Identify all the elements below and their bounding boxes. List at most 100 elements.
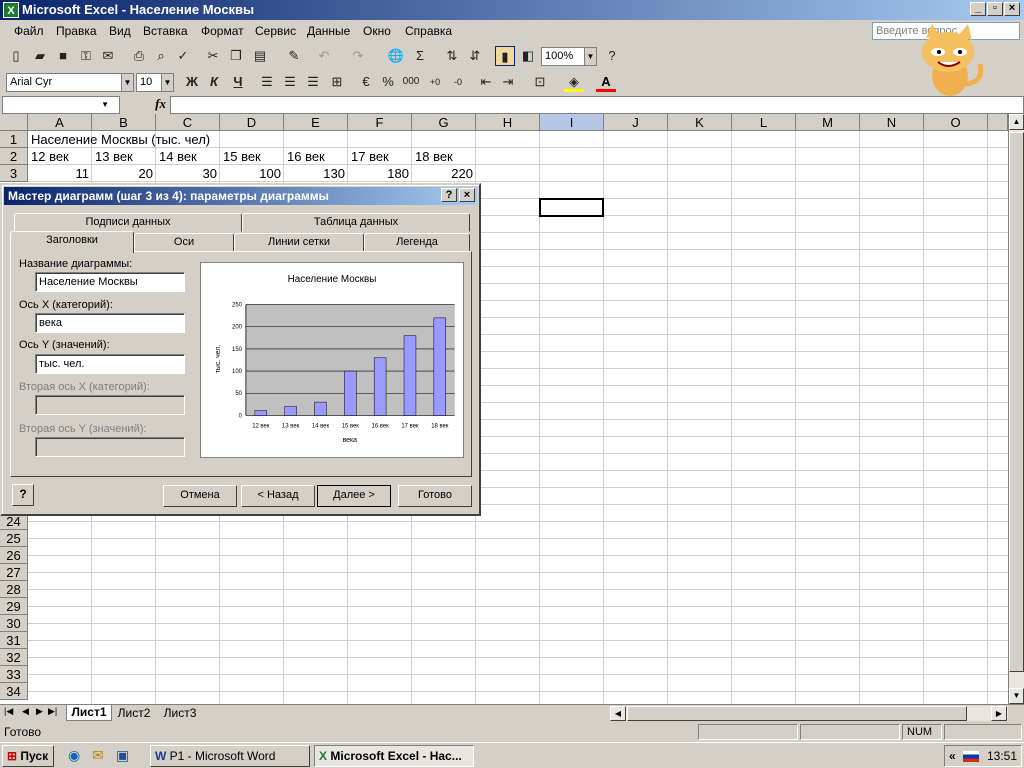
zoom-select[interactable]: 100% ▼: [541, 47, 597, 66]
chart-title-input[interactable]: Население Москвы: [35, 272, 185, 292]
font-size-select[interactable]: 10 ▼: [136, 73, 174, 92]
row-header[interactable]: 28: [0, 581, 28, 598]
permission-icon[interactable]: ⚿: [76, 46, 96, 66]
last-sheet-icon[interactable]: ▶|: [48, 706, 57, 717]
scroll-left-icon[interactable]: ◀: [610, 706, 626, 721]
sort-asc-icon[interactable]: ⇅: [442, 46, 462, 66]
scroll-right-icon[interactable]: ▶: [991, 706, 1007, 721]
sheet-tab-2[interactable]: Лист2: [114, 706, 154, 720]
tray-expand-icon[interactable]: «: [949, 749, 956, 763]
scroll-thumb-horizontal[interactable]: [627, 706, 967, 721]
column-header[interactable]: G: [412, 114, 476, 131]
cell-b2[interactable]: 13 век: [93, 148, 135, 165]
copy-icon[interactable]: ❐: [226, 46, 246, 66]
open-icon[interactable]: ▰: [30, 46, 50, 66]
tab-data-table[interactable]: Таблица данных: [242, 213, 470, 232]
align-right-icon[interactable]: ☰: [303, 72, 323, 92]
underline-button[interactable]: Ч: [228, 72, 248, 92]
vertical-scrollbar[interactable]: ▲ ▼: [1008, 114, 1024, 704]
sort-desc-icon[interactable]: ⇵: [465, 46, 485, 66]
align-center-icon[interactable]: ☰: [280, 72, 300, 92]
cell-d3[interactable]: 100: [221, 165, 283, 182]
cell-a3[interactable]: 11: [29, 165, 91, 182]
thousands-button[interactable]: 000: [401, 72, 421, 92]
column-header[interactable]: D: [220, 114, 284, 131]
scroll-up-icon[interactable]: ▲: [1009, 114, 1024, 130]
tab-gridlines[interactable]: Линии сетки: [234, 233, 364, 252]
cell-c2[interactable]: 14 век: [157, 148, 199, 165]
decrease-decimal-icon[interactable]: -0: [448, 72, 468, 92]
row-header[interactable]: 32: [0, 649, 28, 666]
column-header[interactable]: F: [348, 114, 412, 131]
next-sheet-icon[interactable]: ▶: [36, 706, 43, 717]
menu-insert[interactable]: Вставка: [143, 24, 188, 38]
font-color-icon[interactable]: A: [596, 72, 616, 92]
column-header[interactable]: K: [668, 114, 732, 131]
cell-d2[interactable]: 15 век: [221, 148, 263, 165]
help-button[interactable]: ?: [441, 188, 457, 202]
cell-f3[interactable]: 180: [349, 165, 411, 182]
tab-axes[interactable]: Оси: [134, 233, 234, 252]
column-header[interactable]: A: [28, 114, 92, 131]
prev-sheet-icon[interactable]: ◀: [22, 706, 29, 717]
column-header[interactable]: L: [732, 114, 796, 131]
fx-icon[interactable]: fx: [124, 96, 170, 114]
row-header[interactable]: 3: [0, 165, 28, 182]
chart-wizard-icon[interactable]: ▮: [495, 46, 515, 66]
italic-button[interactable]: К: [204, 72, 224, 92]
row-header[interactable]: 25: [0, 530, 28, 547]
cell-a1[interactable]: Население Москвы (тыс. чел): [29, 131, 212, 148]
decrease-indent-icon[interactable]: ⇤: [476, 72, 496, 92]
chevron-down-icon[interactable]: ▼: [161, 74, 173, 91]
tab-titles[interactable]: Заголовки: [10, 231, 134, 253]
format-painter-icon[interactable]: ✎: [284, 46, 304, 66]
chevron-down-icon[interactable]: ▼: [121, 74, 133, 91]
browser-icon[interactable]: ◉: [68, 747, 80, 764]
start-button[interactable]: ⊞ Пуск: [2, 745, 54, 767]
horizontal-scrollbar[interactable]: ◀ ▶: [610, 706, 1008, 721]
cell-g3[interactable]: 220: [413, 165, 475, 182]
menu-format[interactable]: Формат: [201, 24, 244, 38]
preview-icon[interactable]: ⌕: [151, 46, 171, 66]
font-select[interactable]: Arial Cyr ▼: [6, 73, 134, 92]
cell-f2[interactable]: 17 век: [349, 148, 391, 165]
column-header[interactable]: C: [156, 114, 220, 131]
menu-edit[interactable]: Правка: [56, 24, 97, 38]
help-icon[interactable]: ?: [602, 46, 622, 66]
borders-icon[interactable]: ⊡: [530, 72, 550, 92]
chevron-down-icon[interactable]: ▼: [584, 48, 596, 65]
menu-help[interactable]: Справка: [405, 24, 452, 38]
print-icon[interactable]: ⎙: [129, 46, 149, 66]
row-header[interactable]: 27: [0, 564, 28, 581]
fill-color-icon[interactable]: ◈: [564, 72, 584, 92]
tab-data-labels[interactable]: Подписи данных: [14, 213, 242, 232]
first-sheet-icon[interactable]: |◀: [4, 706, 13, 717]
tab-legend[interactable]: Легенда: [364, 233, 470, 252]
cell-e2[interactable]: 16 век: [285, 148, 327, 165]
column-header[interactable]: H: [476, 114, 540, 131]
row-header[interactable]: 34: [0, 683, 28, 700]
finish-button[interactable]: Готово: [398, 485, 472, 507]
close-button[interactable]: ×: [1004, 2, 1020, 16]
row-header[interactable]: 31: [0, 632, 28, 649]
select-all-corner[interactable]: [0, 114, 28, 131]
menu-file[interactable]: Файл: [14, 24, 44, 38]
column-header[interactable]: N: [860, 114, 924, 131]
cell-a2[interactable]: 12 век: [29, 148, 71, 165]
back-button[interactable]: < Назад: [241, 485, 315, 507]
redo-icon[interactable]: ↷: [348, 46, 368, 66]
email-icon[interactable]: ✉: [98, 46, 118, 66]
column-header[interactable]: O: [924, 114, 988, 131]
taskbar-excel-button[interactable]: X Microsoft Excel - Нас...: [314, 745, 474, 767]
restore-button[interactable]: ▫: [987, 2, 1003, 16]
column-header[interactable]: M: [796, 114, 860, 131]
row-header[interactable]: 30: [0, 615, 28, 632]
drawing-icon[interactable]: ◧: [518, 46, 538, 66]
paste-icon[interactable]: ▤: [250, 46, 270, 66]
name-box[interactable]: ▼: [2, 96, 120, 114]
language-flag-icon[interactable]: [963, 751, 979, 762]
scroll-thumb[interactable]: [1009, 132, 1024, 672]
hyperlink-icon[interactable]: 🌐: [386, 46, 406, 66]
increase-indent-icon[interactable]: ⇥: [498, 72, 518, 92]
column-header[interactable]: E: [284, 114, 348, 131]
